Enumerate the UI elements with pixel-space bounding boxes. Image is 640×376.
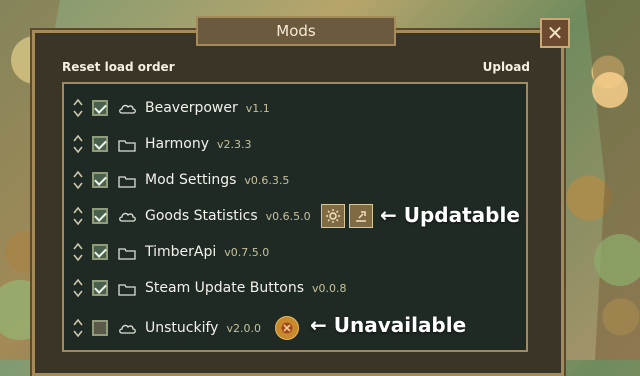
- gear-icon: [325, 209, 340, 223]
- unavailable-badge: [274, 316, 299, 340]
- reorder-handle[interactable]: [72, 168, 84, 192]
- upload-button[interactable]: Upload: [483, 60, 530, 74]
- mod-name: Harmony: [145, 136, 209, 152]
- mod-row-mod-settings: Mod Settings v0.6.3.5: [72, 164, 295, 196]
- reorder-icon: [73, 134, 83, 154]
- mod-row-goods-statistics: Goods Statistics v0.6.5.0: [72, 200, 373, 232]
- mod-row-timberapi: TimberApi v0.7.5.0: [72, 236, 275, 268]
- cloud-icon: [118, 321, 136, 335]
- reorder-icon: [73, 242, 83, 262]
- cloud-icon: [118, 101, 136, 115]
- settings-button[interactable]: [320, 204, 345, 228]
- unavailable-annotation: ← Unavailable: [310, 313, 467, 337]
- update-icon: [355, 211, 366, 222]
- reorder-handle[interactable]: [72, 316, 84, 340]
- reorder-handle[interactable]: [72, 204, 84, 228]
- mod-version: v0.0.8: [312, 281, 347, 295]
- cloud-icon: [118, 209, 136, 223]
- window-title: Mods: [196, 16, 396, 46]
- enabled-checkbox[interactable]: [92, 172, 108, 188]
- mod-name: Unstuckify: [145, 320, 219, 336]
- mod-version: v2.0.0: [226, 321, 261, 335]
- reorder-handle[interactable]: [72, 132, 84, 156]
- reorder-icon: [73, 98, 83, 118]
- mod-row-beaverpower: Beaverpower v1.1: [72, 92, 276, 124]
- enabled-checkbox[interactable]: [92, 320, 108, 336]
- reorder-icon: [73, 318, 83, 338]
- mod-name: Mod Settings: [145, 172, 237, 188]
- unavailable-icon: [281, 322, 293, 334]
- mod-version: v1.1: [245, 101, 270, 115]
- update-button[interactable]: [348, 204, 373, 228]
- mod-row-unstuckify: Unstuckify v2.0.0: [72, 312, 299, 344]
- mod-version: v0.7.5.0: [224, 245, 270, 259]
- reset-load-order-button[interactable]: Reset load order: [62, 60, 175, 74]
- mod-version: v2.3.3: [216, 137, 252, 151]
- reorder-handle[interactable]: [72, 96, 84, 120]
- enabled-checkbox[interactable]: [92, 208, 108, 224]
- reorder-icon: [73, 170, 83, 190]
- reorder-handle[interactable]: [72, 240, 84, 264]
- mod-row-steam-update-buttons: Steam Update Buttons v0.0.8: [72, 272, 353, 304]
- mod-version: v0.6.5.0: [265, 209, 311, 223]
- enabled-checkbox[interactable]: [92, 244, 108, 260]
- mod-name: TimberApi: [145, 244, 217, 260]
- close-icon: ✕: [546, 21, 564, 45]
- enabled-checkbox[interactable]: [92, 136, 108, 152]
- folder-icon: [118, 245, 136, 260]
- reorder-handle[interactable]: [72, 276, 84, 300]
- mod-name: Beaverpower: [145, 100, 238, 116]
- reorder-icon: [73, 206, 83, 226]
- enabled-checkbox[interactable]: [92, 100, 108, 116]
- close-button[interactable]: ✕: [540, 18, 570, 48]
- enabled-checkbox[interactable]: [92, 280, 108, 296]
- reorder-icon: [73, 278, 83, 298]
- mod-row-harmony: Harmony v2.3.3: [72, 128, 257, 160]
- header-row: Reset load order Upload: [62, 58, 530, 76]
- mod-version: v0.6.3.5: [244, 173, 290, 187]
- mod-name: Steam Update Buttons: [145, 280, 304, 296]
- mod-name: Goods Statistics: [145, 208, 258, 224]
- folder-icon: [118, 281, 136, 296]
- updatable-annotation: ← Updatable: [380, 203, 520, 227]
- folder-icon: [118, 137, 136, 152]
- folder-icon: [118, 173, 136, 188]
